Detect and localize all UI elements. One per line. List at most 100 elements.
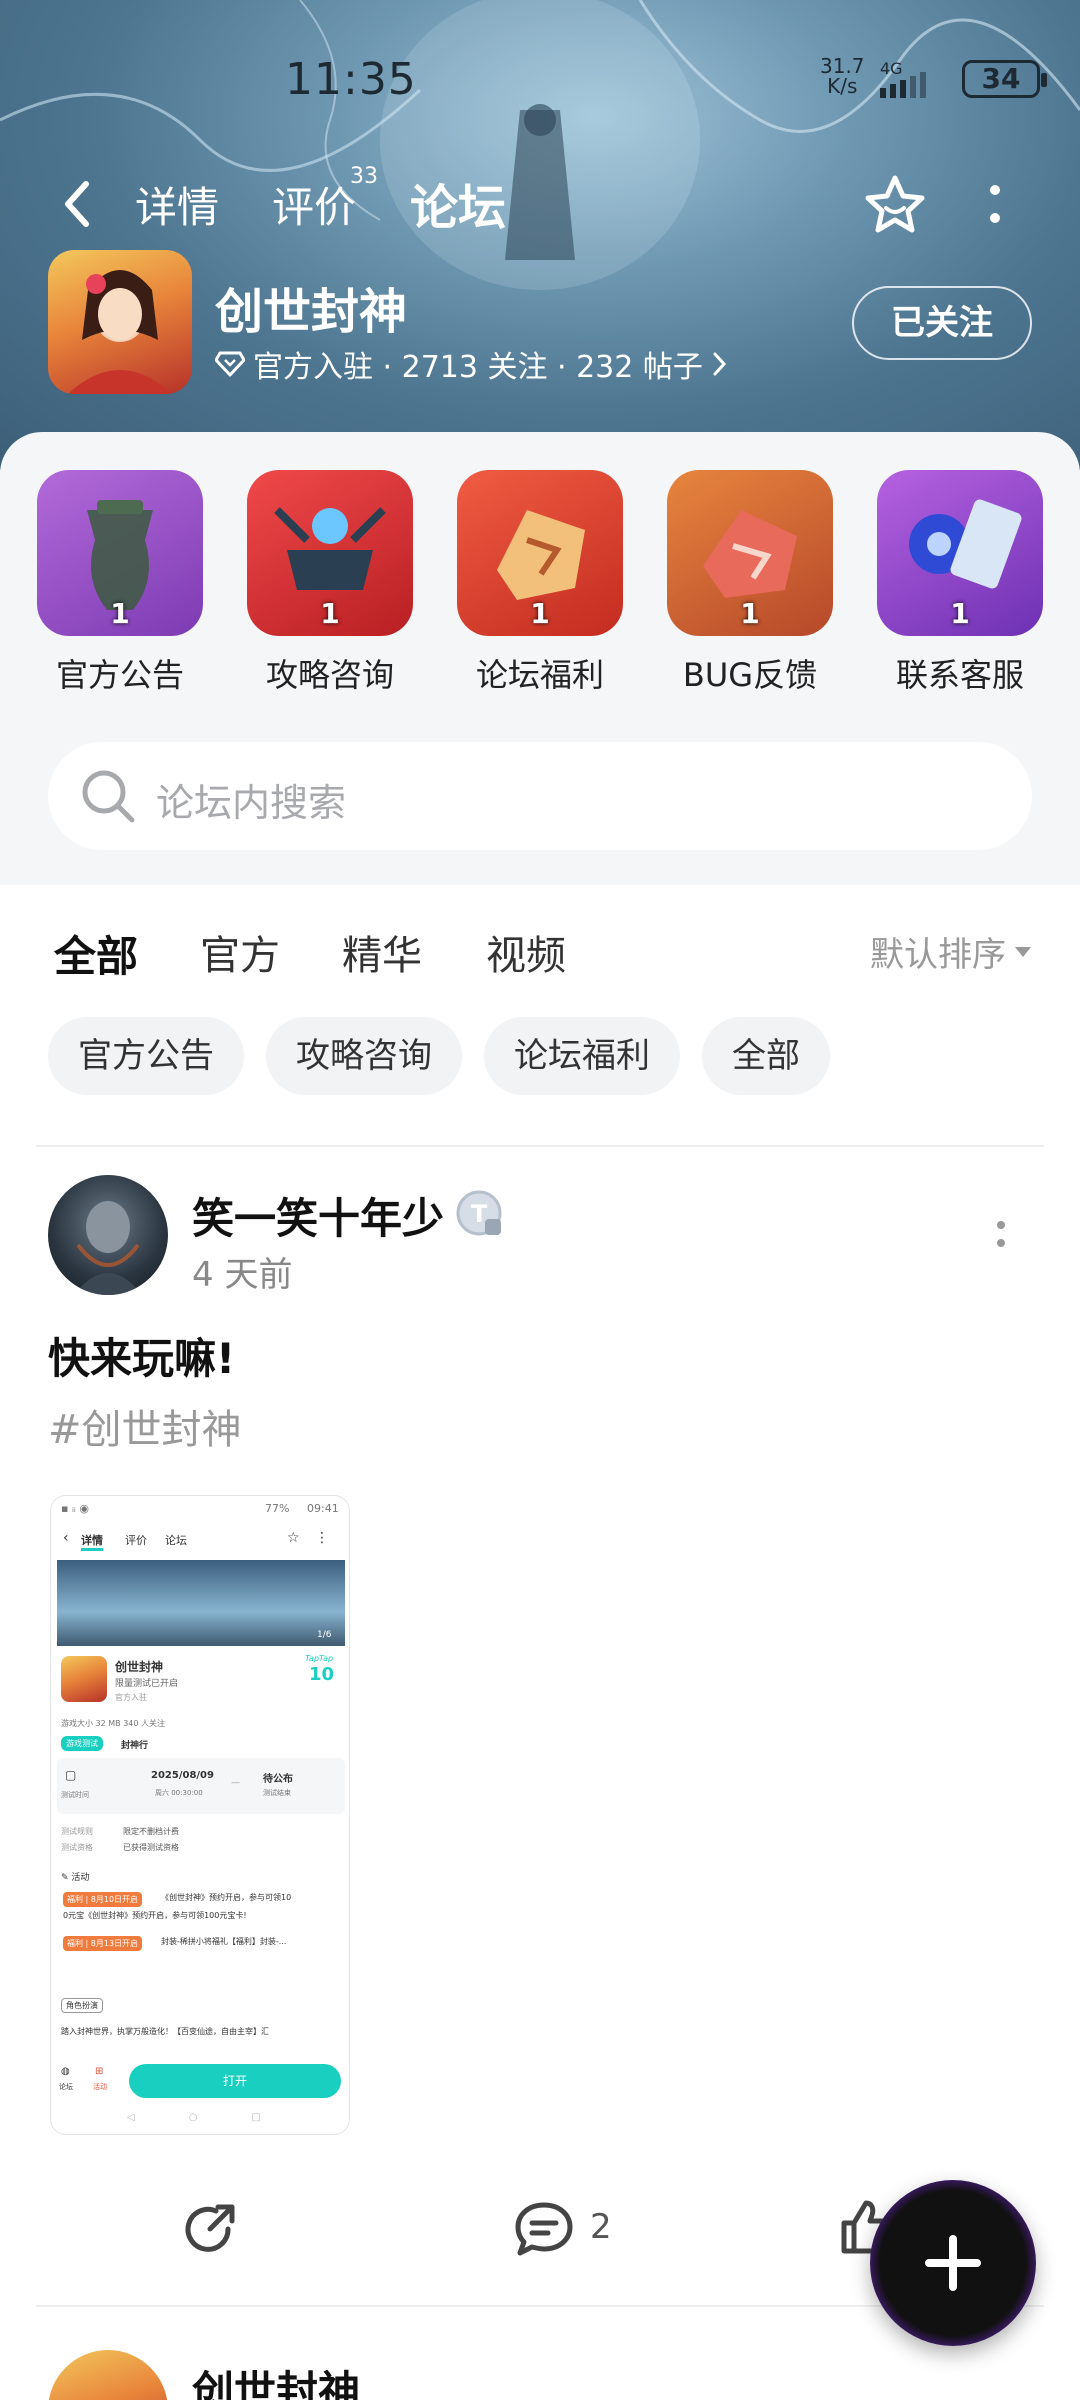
post-image[interactable]: ▪ ᵢᵢ ◉ 77% 09:41 ‹ 详情 评价 论坛 ☆ ⋮ 1/6 创世封神… [50, 1495, 350, 2135]
level-badge-icon: T [456, 1190, 502, 1236]
filter-tabs: 全部 官方 精华 视频 默认排序 [0, 917, 1080, 987]
chip-guide[interactable]: 攻略咨询 [266, 1017, 462, 1095]
favorite-star-icon[interactable] [862, 172, 928, 238]
mini-dash: — [231, 1778, 240, 1788]
category-support[interactable]: 1 联系客服 [875, 470, 1045, 696]
category-welfare[interactable]: 1 论坛福利 [455, 470, 625, 696]
header-banner: 11:35 31.7 K/s 4G 34 详情 评价 33 论坛 创世封神 官方… [0, 0, 1080, 470]
mini-event1-tag: 福利 | 8月10日开启 [63, 1892, 143, 1907]
mini-test-label-left: 测试时间 [61, 1791, 89, 1799]
sort-dropdown[interactable]: 默认排序 [870, 927, 1032, 976]
comment-icon[interactable] [512, 2199, 576, 2259]
chevron-right-icon [713, 352, 726, 376]
filter-tab-featured[interactable]: 精华 [342, 923, 422, 981]
mini-event1-text2: 0元宝《创世封神》预约开启，参与可领100元宝卡! [63, 1911, 247, 1920]
mini-tab-reviews: 评价 [125, 1534, 147, 1547]
welfare-icon: 1 [457, 470, 623, 636]
top-nav: 详情 评价 33 论坛 [0, 160, 1080, 250]
mini-test-label-right: 测试结束 [263, 1789, 291, 1797]
author-avatar[interactable] [48, 1175, 168, 1295]
status-time: 11:35 [285, 54, 417, 105]
bug-report-icon: 1 [667, 470, 833, 636]
create-post-button[interactable] [870, 2180, 1036, 2346]
search-placeholder: 论坛内搜索 [156, 781, 347, 825]
svg-text:4G: 4G [880, 59, 903, 78]
mini-game-icon [61, 1656, 107, 1702]
tab-reviews[interactable]: 评价 [272, 174, 356, 235]
follow-button[interactable]: 已关注 [852, 286, 1032, 360]
author-name[interactable]: 创世封神 [192, 2358, 360, 2400]
post-hashtag[interactable]: #创世封神 [48, 1397, 242, 1455]
share-icon[interactable] [180, 2199, 240, 2259]
game-meta[interactable]: 官方入驻 · 2713 关注 · 232 帖子 [215, 342, 729, 386]
mini-event2-text: 封装-稀拼小将福礼【福利】封装-... [161, 1937, 287, 1946]
category-label: BUG反馈 [682, 656, 818, 694]
mini-test-name: 封神行 [121, 1741, 149, 1751]
mini-rule-value: 限定不删档计费 [123, 1827, 179, 1836]
tab-details[interactable]: 详情 [135, 174, 219, 235]
category-label: 联系客服 [895, 656, 1024, 694]
category-bug-report[interactable]: 1 BUG反馈 [665, 470, 835, 696]
game-icon[interactable] [48, 250, 192, 394]
announcement-icon: 1 [37, 470, 203, 636]
more-options-icon[interactable] [980, 178, 1010, 232]
guide-icon: 1 [247, 470, 413, 636]
mini-desc: 踏入封神世界，执掌万般造化！【百变仙途，自由主宰】汇 [61, 2027, 269, 2036]
mini-calendar-icon: ▢ [65, 1768, 77, 1782]
mini-test-date: 2025/08/09 [151, 1770, 214, 1781]
post-title[interactable]: 快来玩嘛! [48, 1325, 235, 1386]
chip-all[interactable]: 全部 [702, 1017, 830, 1095]
mini-test-pending: 待公布 [263, 1774, 293, 1785]
forum-sheet: 1 官方公告 1 攻略咨询 1 论坛福利 1 BUG反馈 1 联系客服 论坛内搜… [0, 432, 1080, 882]
plus-icon [925, 2235, 981, 2291]
chip-welfare[interactable]: 论坛福利 [484, 1017, 680, 1095]
reviews-count-badge: 33 [350, 164, 378, 189]
game-meta-text: 官方入驻 · 2713 关注 · 232 帖子 [253, 350, 703, 385]
author-name[interactable]: 笑一笑十年少 [192, 1185, 444, 1246]
signal-icon: 4G [880, 59, 926, 98]
filter-tab-official[interactable]: 官方 [200, 923, 280, 981]
search-icon [82, 770, 135, 823]
category-row: 1 官方公告 1 攻略咨询 1 论坛福利 1 BUG反馈 1 联系客服 [0, 470, 1080, 710]
author-avatar[interactable] [48, 2350, 168, 2400]
filter-tab-video[interactable]: 视频 [486, 923, 566, 981]
filter-tab-all[interactable]: 全部 [54, 923, 138, 984]
mini-nav-keys: ◁○□ [127, 2112, 315, 2123]
mini-more-icon: ⋮ [315, 1530, 329, 1546]
mini-official: 官方入驻 [115, 1693, 147, 1702]
mini-gift-icon: ⊞ [95, 2066, 104, 2077]
mini-qual-label: 测试资格 [61, 1843, 93, 1852]
game-title: 创世封神 [215, 284, 408, 340]
mini-event1-text: 《创世封神》预约开启，参与可领10 [161, 1893, 292, 1902]
mini-size-info: 游戏大小 32 MB 340 人关注 [61, 1719, 166, 1728]
mini-qual-value: 已获得测试资格 [123, 1843, 179, 1852]
mini-event2-tag: 福利 | 8月13日开启 [63, 1936, 143, 1951]
category-label: 官方公告 [55, 656, 184, 694]
mini-test-box [57, 1758, 345, 1814]
post-more-icon[interactable] [994, 1215, 1008, 1255]
mini-banner [57, 1560, 345, 1646]
mini-back-icon: ‹ [63, 1530, 69, 1546]
mini-activity-label: ✎ 活动 [61, 1873, 90, 1883]
chip-announcement[interactable]: 官方公告 [48, 1017, 244, 1095]
mini-star-icon: ☆ [287, 1530, 300, 1546]
mini-test-badge: 游戏测试 [61, 1736, 103, 1751]
mini-forum-icon: ◍ [61, 2066, 70, 2077]
mini-taptap: TapTap [305, 1654, 334, 1663]
mini-rating: 10 [309, 1664, 335, 1685]
mini-open-button: 打开 [129, 2064, 341, 2098]
category-announcement[interactable]: 1 官方公告 [35, 470, 205, 696]
mini-test-time: 周六 00:30:00 [155, 1789, 203, 1797]
network-speed: 31.7 K/s [820, 54, 865, 98]
game-icon-art [68, 270, 172, 394]
tab-forum[interactable]: 论坛 [408, 168, 509, 238]
mini-role-label: 角色扮演 [61, 1998, 103, 2013]
forum-search-input[interactable]: 论坛内搜索 [48, 742, 1032, 850]
category-guide[interactable]: 1 攻略咨询 [245, 470, 415, 696]
back-arrow-icon[interactable] [58, 178, 98, 230]
mini-bottom-left1: 论坛 [59, 2083, 73, 2091]
mini-time: 09:41 [307, 1502, 339, 1515]
mini-game-title: 创世封神 [115, 1660, 164, 1674]
post-card[interactable]: 创世封神 [0, 2350, 1080, 2400]
mini-game-sub: 限量测试已开启 [115, 1679, 179, 1689]
